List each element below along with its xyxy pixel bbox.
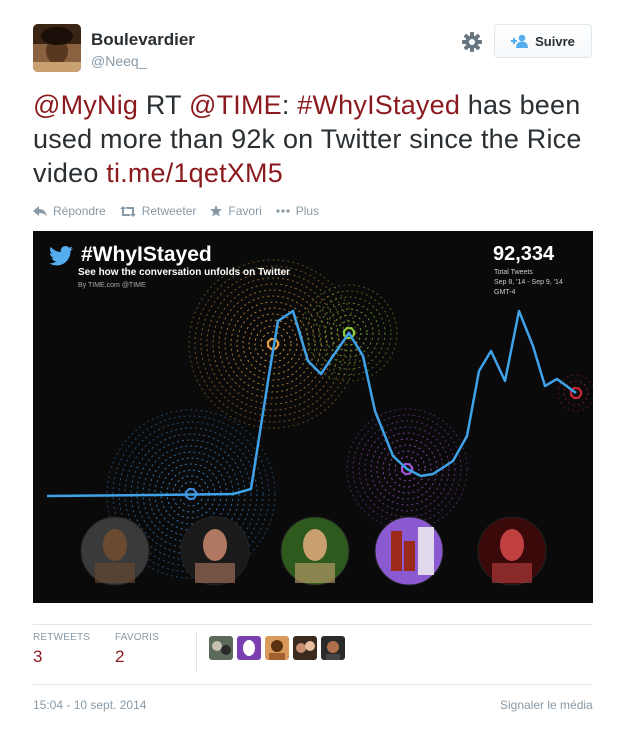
portrait-face	[203, 529, 227, 561]
portrait-face	[303, 529, 327, 561]
user-name[interactable]: Boulevardier	[91, 30, 195, 50]
portrait-body	[295, 563, 335, 583]
user-handle[interactable]: @Neeq_	[91, 53, 146, 69]
retweets-label[interactable]: RETWEETS	[33, 632, 90, 643]
divider	[33, 684, 593, 685]
hashtag-link[interactable]: #WhyIStayed	[297, 90, 460, 120]
follow-button[interactable]: Suivre	[494, 24, 592, 58]
portrait-face	[103, 529, 127, 561]
divider	[33, 624, 593, 625]
tweet-actions: Répondre Retweeter Favori Plus	[33, 204, 333, 218]
retweet-action[interactable]: Retweeter	[119, 204, 197, 218]
avatar[interactable]	[265, 636, 289, 660]
add-user-icon	[511, 34, 529, 48]
mention-mynig-link[interactable]: @MyNig	[33, 90, 138, 120]
trend-line	[46, 309, 577, 498]
portrait-bar	[404, 541, 415, 571]
tweet-text: @MyNig RT @TIME: #WhyIStayed has been us…	[33, 88, 593, 190]
follow-label: Suivre	[535, 33, 575, 49]
retweet-label: Retweeter	[141, 204, 197, 218]
portrait-body	[195, 563, 235, 583]
more-dots-icon	[276, 209, 290, 213]
url-link[interactable]: ti.me/1qetXM5	[106, 158, 283, 188]
tweet-text-fragment: :	[281, 90, 298, 120]
media-date-range: Sep 8, '14 - Sep 9, '14	[494, 279, 563, 286]
avatar[interactable]	[293, 636, 317, 660]
media-total-label: Total Tweets	[494, 269, 533, 276]
favoriters-avatars	[209, 636, 345, 660]
tweet-text-fragment: RT	[138, 90, 189, 120]
media-total-count: 92,334	[493, 243, 555, 265]
tweet-timestamp[interactable]: 15:04 - 10 sept. 2014	[33, 698, 146, 712]
avatar[interactable]	[321, 636, 345, 660]
gear-icon[interactable]	[461, 31, 483, 53]
portrait-paper	[418, 527, 434, 575]
stats-separator	[196, 632, 197, 672]
mention-time-link[interactable]: @TIME	[189, 90, 282, 120]
media-subtitle: See how the conversation unfolds on Twit…	[78, 267, 291, 278]
reply-label: Répondre	[53, 204, 106, 218]
reply-action[interactable]: Répondre	[33, 204, 106, 218]
favorites-count[interactable]: 2	[115, 647, 124, 667]
portrait-body	[492, 563, 532, 583]
avatar[interactable]	[209, 636, 233, 660]
media-byline: By TIME.com @TIME	[78, 282, 146, 289]
media-timezone: GMT-4	[494, 289, 516, 296]
avatar[interactable]	[237, 636, 261, 660]
favorite-action[interactable]: Favori	[210, 204, 262, 218]
portrait-body	[95, 563, 135, 583]
portrait-face	[500, 529, 524, 561]
favorites-label[interactable]: FAVORIS	[115, 632, 159, 643]
portrait-bar	[391, 531, 402, 571]
more-label: Plus	[295, 204, 320, 218]
more-action[interactable]: Plus	[276, 204, 319, 218]
reply-icon	[33, 205, 47, 217]
report-media-link[interactable]: Signaler le média	[500, 698, 593, 712]
star-icon	[210, 205, 223, 217]
user-avatar[interactable]	[33, 24, 81, 72]
retweet-icon	[119, 205, 136, 217]
media-image[interactable]: #WhyIStayed See how the conversation unf…	[33, 231, 593, 603]
favorite-label: Favori	[228, 204, 262, 218]
media-title: #WhyIStayed	[81, 243, 212, 266]
retweets-count[interactable]: 3	[33, 647, 42, 667]
